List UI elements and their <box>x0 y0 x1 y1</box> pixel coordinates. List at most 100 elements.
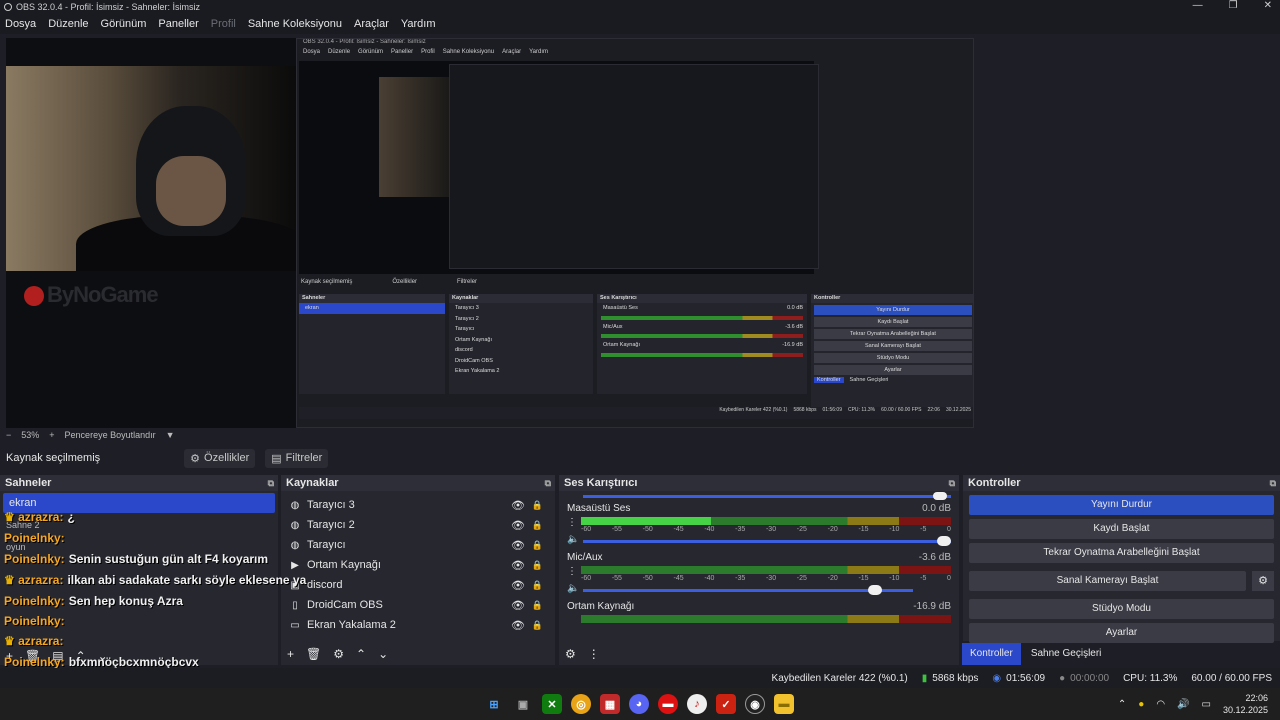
move-down-icon[interactable]: ⌄ <box>378 647 388 661</box>
media-app-icon[interactable]: ▬ <box>658 694 678 714</box>
undock-icon[interactable]: ⧉ <box>949 475 955 491</box>
xbox-icon[interactable]: ✕ <box>542 694 562 714</box>
add-source-icon[interactable]: + <box>287 647 294 661</box>
lock-icon[interactable]: 🔒 <box>532 580 543 591</box>
source-row[interactable]: ▣ discord 👁 🔒 <box>281 575 555 595</box>
channel-menu-icon[interactable]: ⋮ <box>567 517 577 528</box>
obs-icon[interactable]: ◉ <box>745 694 765 714</box>
shield-app-icon[interactable]: ✓ <box>716 694 736 714</box>
tab-scene-transitions[interactable]: Sahne Geçişleri <box>1023 643 1110 665</box>
app-icon[interactable]: ▦ <box>600 694 620 714</box>
minimize-icon[interactable]: — <box>1193 0 1203 11</box>
channel-menu-icon[interactable]: ⋮ <box>567 566 577 577</box>
preview-canvas[interactable]: ByNoGame OBS 32.0.4 - Profil: İsimsiz - … <box>6 38 974 428</box>
visibility-eye-icon[interactable]: 👁 <box>511 599 525 612</box>
source-row[interactable]: ◍ Tarayıcı 2 👁 🔒 <box>281 515 555 535</box>
chat-message: Poinelnky: Senin sustuğun gün alt F4 koya… <box>4 552 268 566</box>
visibility-eye-icon[interactable]: 👁 <box>511 579 525 592</box>
dropped-frames: Kaybedilen Kareler 422 (%0.1) <box>771 672 908 684</box>
level-meter <box>581 517 951 525</box>
chrome-icon[interactable]: ◎ <box>571 694 591 714</box>
chevron-up-icon[interactable]: ⌃ <box>1118 699 1126 710</box>
visibility-eye-icon[interactable]: 👁 <box>511 619 525 632</box>
source-row[interactable]: ◍ Tarayıcı 3 👁 🔒 <box>281 495 555 515</box>
chat-text: ilkan abi sadakate sarkı söyle eklesene … <box>67 573 307 587</box>
filter-icon: ▤ <box>271 452 282 465</box>
speaker-icon[interactable]: 🔈 <box>567 534 579 545</box>
maximize-icon[interactable]: ❐ <box>1229 0 1238 11</box>
menu-tools[interactable]: Araçlar <box>354 18 389 30</box>
undock-icon[interactable]: ⧉ <box>545 475 551 491</box>
chat-text: ¿ <box>67 510 75 524</box>
nested-screen-capture: OBS 32.0.4 - Profil: İsimsiz - Sahneler:… <box>296 38 974 428</box>
remove-source-icon[interactable]: 🗑 <box>306 647 321 661</box>
volume-slider[interactable]: 🔈 <box>567 583 951 597</box>
lock-icon[interactable]: 🔒 <box>532 500 543 511</box>
source-row[interactable]: ◍ Tarayıcı 👁 🔒 <box>281 535 555 555</box>
camera-icon: ▯ <box>292 599 298 611</box>
wifi-icon[interactable]: ◠ <box>1156 699 1165 710</box>
stop-stream-button[interactable]: Yayını Durdur <box>969 495 1274 515</box>
studio-mode-button[interactable]: Stüdyo Modu <box>969 599 1274 619</box>
clock[interactable]: 22:06 30.12.2025 <box>1223 692 1268 716</box>
webcam-feed <box>6 66 296 271</box>
source-row[interactable]: ▭ Ekran Yakalama 2 👁 🔒 <box>281 615 555 635</box>
speaker-icon[interactable]: 🔈 <box>567 583 579 594</box>
lock-icon[interactable]: 🔒 <box>532 520 543 531</box>
close-icon[interactable]: ✕ <box>1264 0 1272 11</box>
gear-icon: ⚙ <box>190 452 201 465</box>
file-explorer-icon[interactable]: ▬ <box>774 694 794 714</box>
settings-button[interactable]: Ayarlar <box>969 623 1274 643</box>
title-bar: OBS 32.0.4 - Profil: İsimsiz - Sahneler:… <box>0 0 1280 14</box>
lock-icon[interactable]: 🔒 <box>532 600 543 611</box>
lock-icon[interactable]: 🔒 <box>532 560 543 571</box>
discord-icon[interactable]: ◕ <box>629 694 649 714</box>
menu-scene-collection[interactable]: Sahne Koleksiyonu <box>248 18 342 30</box>
filters-button[interactable]: ▤ Filtreler <box>265 448 329 468</box>
visibility-eye-icon[interactable]: 👁 <box>511 559 525 572</box>
channel-name: Ortam Kaynağı <box>567 601 635 612</box>
itunes-icon[interactable]: ♪ <box>687 694 707 714</box>
menu-profile[interactable]: Profil <box>211 18 236 30</box>
globe-icon: ◍ <box>290 499 300 511</box>
volume-slider[interactable]: 🔈 <box>567 534 951 548</box>
fit-to-window[interactable]: Pencereye Boyutlandır <box>65 430 156 440</box>
volume-icon[interactable]: 🔊 <box>1177 699 1189 710</box>
chat-username: Poinelnky: <box>4 552 65 566</box>
start-record-button[interactable]: Kaydı Başlat <box>969 519 1274 539</box>
advanced-audio-icon[interactable]: ⚙ <box>565 647 576 661</box>
source-row[interactable]: ▶ Ortam Kaynağı 👁 🔒 <box>281 555 555 575</box>
menu-docks[interactable]: Paneller <box>158 18 198 30</box>
undock-icon[interactable]: ⧉ <box>268 475 274 491</box>
properties-button[interactable]: ⚙ Özellikler <box>184 448 256 468</box>
lock-icon[interactable]: 🔒 <box>532 540 543 551</box>
menu-bar: Dosya Düzenle Görünüm Paneller Profil Sa… <box>0 14 1280 34</box>
windows-start-icon[interactable]: ⊞ <box>484 694 504 714</box>
task-view-icon[interactable]: ▣ <box>513 694 533 714</box>
menu-help[interactable]: Yardım <box>401 18 436 30</box>
zoom-out-button[interactable]: − <box>6 430 11 440</box>
microphone-icon[interactable]: ● <box>1138 699 1144 710</box>
menu-view[interactable]: Görünüm <box>101 18 147 30</box>
menu-file[interactable]: Dosya <box>5 18 36 30</box>
visibility-eye-icon[interactable]: 👁 <box>511 539 525 552</box>
nested-docks: Sahneler ekran Kaynaklar Tarayıcı 3 Tara… <box>299 294 973 414</box>
virtual-camera-button[interactable]: Sanal Kamerayı Başlat <box>969 571 1246 591</box>
source-properties-icon[interactable]: ⚙ <box>333 647 344 661</box>
visibility-eye-icon[interactable]: 👁 <box>511 499 525 512</box>
move-up-icon[interactable]: ⌃ <box>356 647 366 661</box>
menu-edit[interactable]: Düzenle <box>48 18 88 30</box>
visibility-eye-icon[interactable]: 👁 <box>511 519 525 532</box>
gear-icon[interactable]: ⚙ <box>1252 571 1274 591</box>
source-row[interactable]: ▯ DroidCam OBS 👁 🔒 <box>281 595 555 615</box>
lock-icon[interactable]: 🔒 <box>532 620 543 631</box>
replay-buffer-button[interactable]: Tekrar Oynatma Arabelleğini Başlat <box>969 543 1274 563</box>
zoom-in-button[interactable]: + <box>49 430 54 440</box>
meter-ticks: -60 -55 -50 -45 -40 -35 -30 -25 -20 -15 -10 -5 0 <box>581 526 951 533</box>
mixer-menu-icon[interactable]: ⋮ <box>588 647 600 661</box>
tab-controls[interactable]: Kontroller <box>962 643 1021 665</box>
battery-icon[interactable]: ▭ <box>1202 699 1211 710</box>
undock-icon[interactable]: ⧉ <box>1270 475 1276 491</box>
chevron-down-icon[interactable]: ▼ <box>166 430 175 440</box>
nested-preview <box>299 61 819 274</box>
